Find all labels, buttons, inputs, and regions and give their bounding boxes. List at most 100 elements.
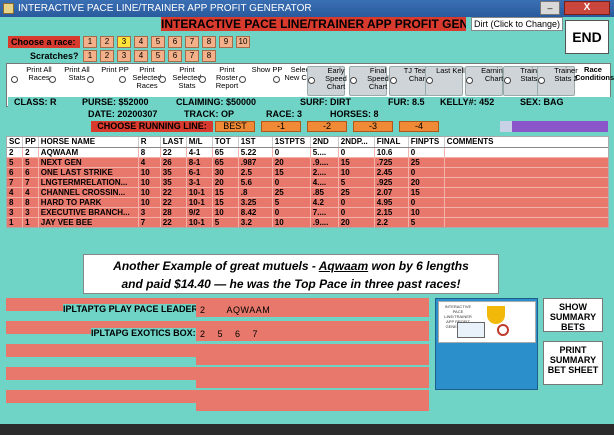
running-line-button-4[interactable]: -4 xyxy=(399,121,439,132)
table-row[interactable]: 1 1 JAY VEE BEE 7 22 10-1 5 3.2 10.9.... 20 2.2 5 xyxy=(7,217,608,227)
option-13[interactable]: Trainer Stats 1 xyxy=(503,66,544,96)
column-header[interactable]: LAST xyxy=(160,137,187,148)
table-cell[interactable]: 5.6 xyxy=(238,177,273,188)
table-cell[interactable]: 0 xyxy=(272,177,311,188)
table-cell[interactable]: 3 xyxy=(138,207,161,218)
race-button-10[interactable]: 10 xyxy=(236,36,250,48)
play-field-5[interactable] xyxy=(196,397,429,411)
table-cell[interactable]: 5 xyxy=(212,217,239,227)
table-cell[interactable]: HARD TO PARK xyxy=(38,197,139,208)
table-cell[interactable]: 0 xyxy=(408,147,445,158)
table-cell[interactable]: 25 xyxy=(338,187,375,198)
scratch-button-7[interactable]: 7 xyxy=(185,50,199,62)
column-header[interactable]: R xyxy=(138,137,161,148)
table-cell[interactable]: 10-1 xyxy=(186,197,213,208)
option-radio[interactable] xyxy=(159,76,166,83)
table-cell[interactable]: 26 xyxy=(160,157,187,168)
table-cell[interactable]: 10 xyxy=(138,197,161,208)
table-cell[interactable]: 15 xyxy=(408,187,445,198)
minimize-button[interactable]: – xyxy=(540,1,560,15)
option-radio[interactable] xyxy=(426,77,433,84)
table-cell[interactable]: 4 xyxy=(7,187,24,198)
table-row[interactable]: 5 5 NEXT GEN 4 26 8-1 65.987 20.9.... 15.725 25 xyxy=(7,157,608,168)
table-cell[interactable] xyxy=(444,207,608,218)
table-cell[interactable]: 10 xyxy=(338,167,375,178)
option-11[interactable]: Last Kellyll xyxy=(425,66,472,96)
horizontal-scrollbar[interactable] xyxy=(500,121,608,132)
table-cell[interactable]: 2.5 xyxy=(238,167,273,178)
option-radio[interactable] xyxy=(390,77,397,84)
table-cell[interactable]: 20 xyxy=(338,217,375,227)
table-cell[interactable]: 6-1 xyxy=(186,167,213,178)
table-cell[interactable]: LNGTERMRELATION... xyxy=(38,177,139,188)
table-cell[interactable]: 7 xyxy=(138,217,161,227)
table-cell[interactable]: 5.22 xyxy=(238,147,273,158)
column-header[interactable]: 2ND xyxy=(310,137,339,148)
table-cell[interactable]: 0 xyxy=(272,207,311,218)
running-line-button-2[interactable]: -2 xyxy=(307,121,347,132)
table-cell[interactable]: NEXT GEN xyxy=(38,157,139,168)
table-cell[interactable]: 8 xyxy=(138,147,161,158)
running-line-button-0[interactable]: BEST xyxy=(215,121,255,132)
table-cell[interactable]: 7.... xyxy=(310,207,339,218)
scratch-button-5[interactable]: 5 xyxy=(151,50,165,62)
column-header[interactable]: 2NDP... xyxy=(338,137,375,148)
table-row[interactable]: 8 8 HARD TO PARK 10 22 10-1 15 3.25 5 4.2 0 4.95 0 xyxy=(7,197,608,208)
table-cell[interactable]: 0 xyxy=(338,197,375,208)
exotics-box-field[interactable]: 2 5 6 7 xyxy=(196,327,429,341)
running-line-button-1[interactable]: -1 xyxy=(261,121,301,132)
table-cell[interactable]: 10 xyxy=(212,207,239,218)
table-row[interactable]: 4 4 CHANNEL CROSSIN... 10 22 10-1 15.8 25.85 25 2… xyxy=(7,187,608,198)
table-cell[interactable] xyxy=(444,187,608,198)
table-cell[interactable]: 8 xyxy=(22,197,39,208)
table-cell[interactable]: 0 xyxy=(408,197,445,208)
option-12[interactable]: Earning Chart xyxy=(465,66,507,96)
table-cell[interactable]: .725 xyxy=(374,157,409,168)
table-cell[interactable]: 10-1 xyxy=(186,187,213,198)
table-cell[interactable]: 5.... xyxy=(310,147,339,158)
table-cell[interactable]: 6 xyxy=(7,167,24,178)
play-field-3[interactable] xyxy=(196,351,429,365)
table-cell[interactable]: 8-1 xyxy=(186,157,213,168)
option-8[interactable]: Early Speed Chart xyxy=(307,66,347,96)
scratch-button-6[interactable]: 6 xyxy=(168,50,182,62)
table-cell[interactable]: 5 xyxy=(7,157,24,168)
table-cell[interactable]: 10 xyxy=(408,207,445,218)
table-cell[interactable]: 4 xyxy=(22,187,39,198)
scratch-button-8[interactable]: 8 xyxy=(202,50,216,62)
surface-toggle-button[interactable]: Dirt (Click to Change) xyxy=(471,17,563,31)
table-cell[interactable]: 5 xyxy=(408,217,445,227)
race-button-6[interactable]: 6 xyxy=(168,36,182,48)
table-cell[interactable]: 5 xyxy=(272,197,311,208)
table-cell[interactable]: AQWAAM xyxy=(38,147,139,158)
table-cell[interactable]: 2.07 xyxy=(374,187,409,198)
race-button-2[interactable]: 2 xyxy=(100,36,114,48)
table-cell[interactable] xyxy=(444,167,608,178)
running-line-button-3[interactable]: -3 xyxy=(353,121,393,132)
table-cell[interactable]: 0 xyxy=(338,147,375,158)
table-cell[interactable]: 5 xyxy=(22,157,39,168)
table-cell[interactable]: 1 xyxy=(7,217,24,227)
table-cell[interactable]: 20 xyxy=(212,177,239,188)
table-cell[interactable] xyxy=(444,177,608,188)
table-cell[interactable]: JAY VEE BEE xyxy=(38,217,139,227)
table-cell[interactable]: 8.42 xyxy=(238,207,273,218)
table-cell[interactable]: ONE LAST STRIKE xyxy=(38,167,139,178)
table-cell[interactable]: 2 xyxy=(7,147,24,158)
table-cell[interactable]: 65 xyxy=(212,157,239,168)
table-cell[interactable]: 0 xyxy=(272,147,311,158)
table-cell[interactable]: 22 xyxy=(160,197,187,208)
scratch-button-2[interactable]: 2 xyxy=(100,50,114,62)
table-cell[interactable]: 4 xyxy=(138,157,161,168)
column-header[interactable]: FINAL xyxy=(374,137,409,148)
option-radio[interactable] xyxy=(49,76,56,83)
table-cell[interactable]: 10 xyxy=(138,187,161,198)
table-cell[interactable]: 15 xyxy=(212,187,239,198)
table-cell[interactable]: 25 xyxy=(408,157,445,168)
column-header[interactable]: SC xyxy=(7,137,24,148)
option-radio[interactable] xyxy=(239,76,246,83)
table-cell[interactable] xyxy=(444,157,608,168)
table-row[interactable]: 2 2 AQWAAM 8 22 4-1 65 5.22 0 5.... 0 10.6 0 xyxy=(7,147,608,158)
race-button-7[interactable]: 7 xyxy=(185,36,199,48)
table-cell[interactable]: 3.25 xyxy=(238,197,273,208)
